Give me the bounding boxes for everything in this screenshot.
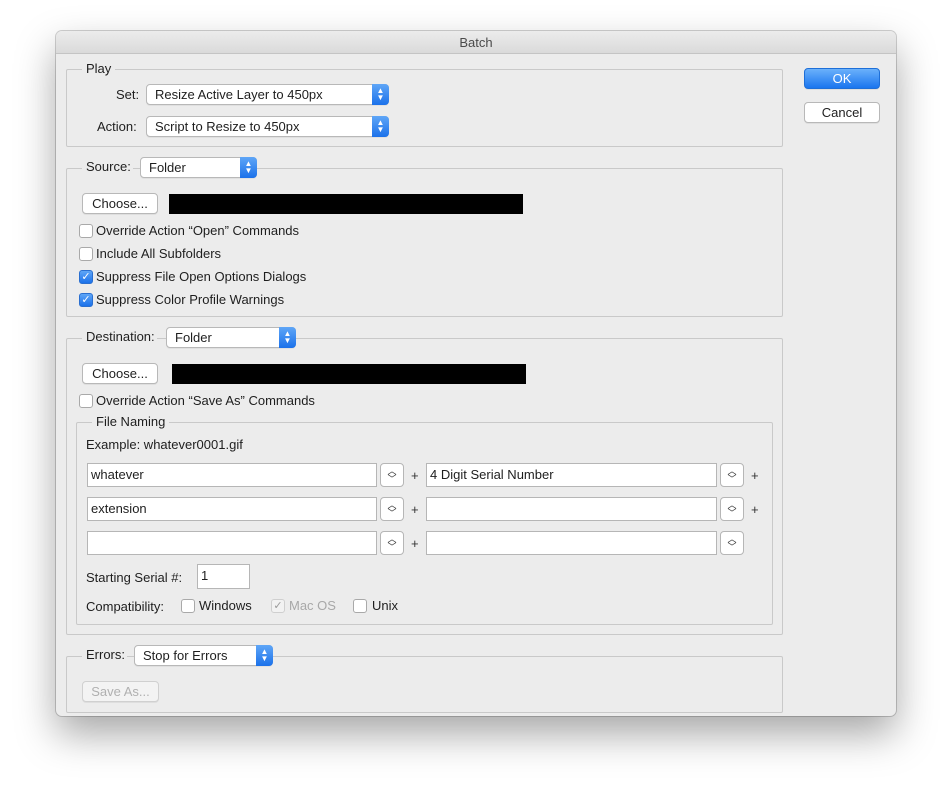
source-popup-value: Folder (149, 160, 186, 175)
override-save-as-label: Override Action “Save As” Commands (96, 393, 315, 408)
starting-serial-label: Starting Serial #: (86, 570, 183, 585)
destination-path-redacted (172, 364, 526, 384)
naming-row2-right-field[interactable] (426, 497, 717, 521)
popup-arrows-icon: ▲ ▼ (372, 84, 389, 105)
override-save-as-checkbox[interactable] (79, 394, 93, 408)
source-path-redacted (169, 194, 523, 214)
errors-label: Errors: (82, 647, 127, 663)
source-choose-button[interactable]: Choose... (82, 193, 158, 214)
popup-arrows-icon: ▲ ▼ (256, 645, 273, 666)
destination-popup-value: Folder (175, 330, 212, 345)
naming-row2-right-stepper[interactable]: ︿ ﹀ (720, 497, 744, 521)
compat-windows-label: Windows (199, 598, 252, 613)
checkmark-icon: ✓ (273, 600, 283, 612)
updown-icon: ︿ ﹀ (387, 500, 397, 518)
compat-macos-checkbox: ✓ (271, 599, 285, 613)
naming-row1-left-stepper[interactable]: ︿ ﹀ (380, 463, 404, 487)
compat-unix-checkbox[interactable] (353, 599, 367, 613)
override-open-label: Override Action “Open” Commands (96, 223, 300, 238)
set-popup-value: Resize Active Layer to 450px (155, 87, 323, 102)
destination-label: Destination: (82, 329, 157, 345)
action-popup-value: Script to Resize to 450px (155, 119, 300, 134)
compatibility-label: Compatibility: (86, 599, 165, 614)
destination-popup[interactable]: Folder ▲ ▼ (166, 327, 296, 348)
file-naming-example: Example: whatever0001.gif (86, 437, 243, 452)
plus-sign: + (411, 502, 419, 517)
compat-unix-label: Unix (372, 598, 399, 613)
compat-windows-checkbox[interactable] (181, 599, 195, 613)
updown-icon: ︿ ﹀ (387, 534, 397, 552)
window-title: Batch (56, 31, 896, 54)
set-popup[interactable]: Resize Active Layer to 450px ▲ ▼ (146, 84, 389, 105)
checkmark-icon: ✓ (81, 271, 91, 283)
errors-save-as-button: Save As... (82, 681, 159, 702)
popup-arrows-icon: ▲ ▼ (372, 116, 389, 137)
compat-macos-label: Mac OS (289, 598, 336, 613)
suppress-color-warnings-label: Suppress Color Profile Warnings (96, 292, 285, 307)
cancel-button[interactable]: Cancel (804, 102, 880, 123)
naming-row2-left-field[interactable]: extension (87, 497, 377, 521)
ok-button[interactable]: OK (804, 68, 880, 89)
action-popup[interactable]: Script to Resize to 450px ▲ ▼ (146, 116, 389, 137)
set-label: Set: (116, 87, 140, 102)
naming-row3-left-stepper[interactable]: ︿ ﹀ (380, 531, 404, 555)
play-legend: Play (82, 61, 116, 77)
naming-row3-right-stepper[interactable]: ︿ ﹀ (720, 531, 744, 555)
override-open-checkbox[interactable] (79, 224, 93, 238)
popup-arrows-icon: ▲ ▼ (279, 327, 296, 348)
updown-icon: ︿ ﹀ (727, 500, 737, 518)
plus-sign: + (751, 502, 759, 517)
naming-row1-right-field[interactable]: 4 Digit Serial Number (426, 463, 717, 487)
updown-icon: ︿ ﹀ (727, 466, 737, 484)
naming-row1-left-field[interactable]: whatever (87, 463, 377, 487)
batch-dialog: Batch OK Cancel Play Set: Resize Active … (56, 31, 896, 716)
errors-popup-value: Stop for Errors (143, 648, 228, 663)
suppress-open-options-label: Suppress File Open Options Dialogs (96, 269, 307, 284)
naming-row1-right-stepper[interactable]: ︿ ﹀ (720, 463, 744, 487)
suppress-open-options-checkbox[interactable]: ✓ (79, 270, 93, 284)
updown-icon: ︿ ﹀ (387, 466, 397, 484)
source-popup[interactable]: Folder ▲ ▼ (140, 157, 257, 178)
popup-arrows-icon: ▲ ▼ (240, 157, 257, 178)
plus-sign: + (411, 536, 419, 551)
updown-icon: ︿ ﹀ (727, 534, 737, 552)
destination-choose-button[interactable]: Choose... (82, 363, 158, 384)
plus-sign: + (751, 468, 759, 483)
source-label: Source: (82, 159, 133, 175)
include-subfolders-checkbox[interactable] (79, 247, 93, 261)
checkmark-icon: ✓ (81, 294, 91, 306)
plus-sign: + (411, 468, 419, 483)
include-subfolders-label: Include All Subfolders (96, 246, 222, 261)
starting-serial-input[interactable]: 1 (197, 564, 250, 589)
naming-row3-left-field[interactable] (87, 531, 377, 555)
file-naming-legend: File Naming (92, 414, 170, 430)
naming-row2-left-stepper[interactable]: ︿ ﹀ (380, 497, 404, 521)
naming-row3-right-field[interactable] (426, 531, 717, 555)
action-label: Action: (97, 119, 137, 134)
errors-popup[interactable]: Stop for Errors ▲ ▼ (134, 645, 273, 666)
suppress-color-warnings-checkbox[interactable]: ✓ (79, 293, 93, 307)
